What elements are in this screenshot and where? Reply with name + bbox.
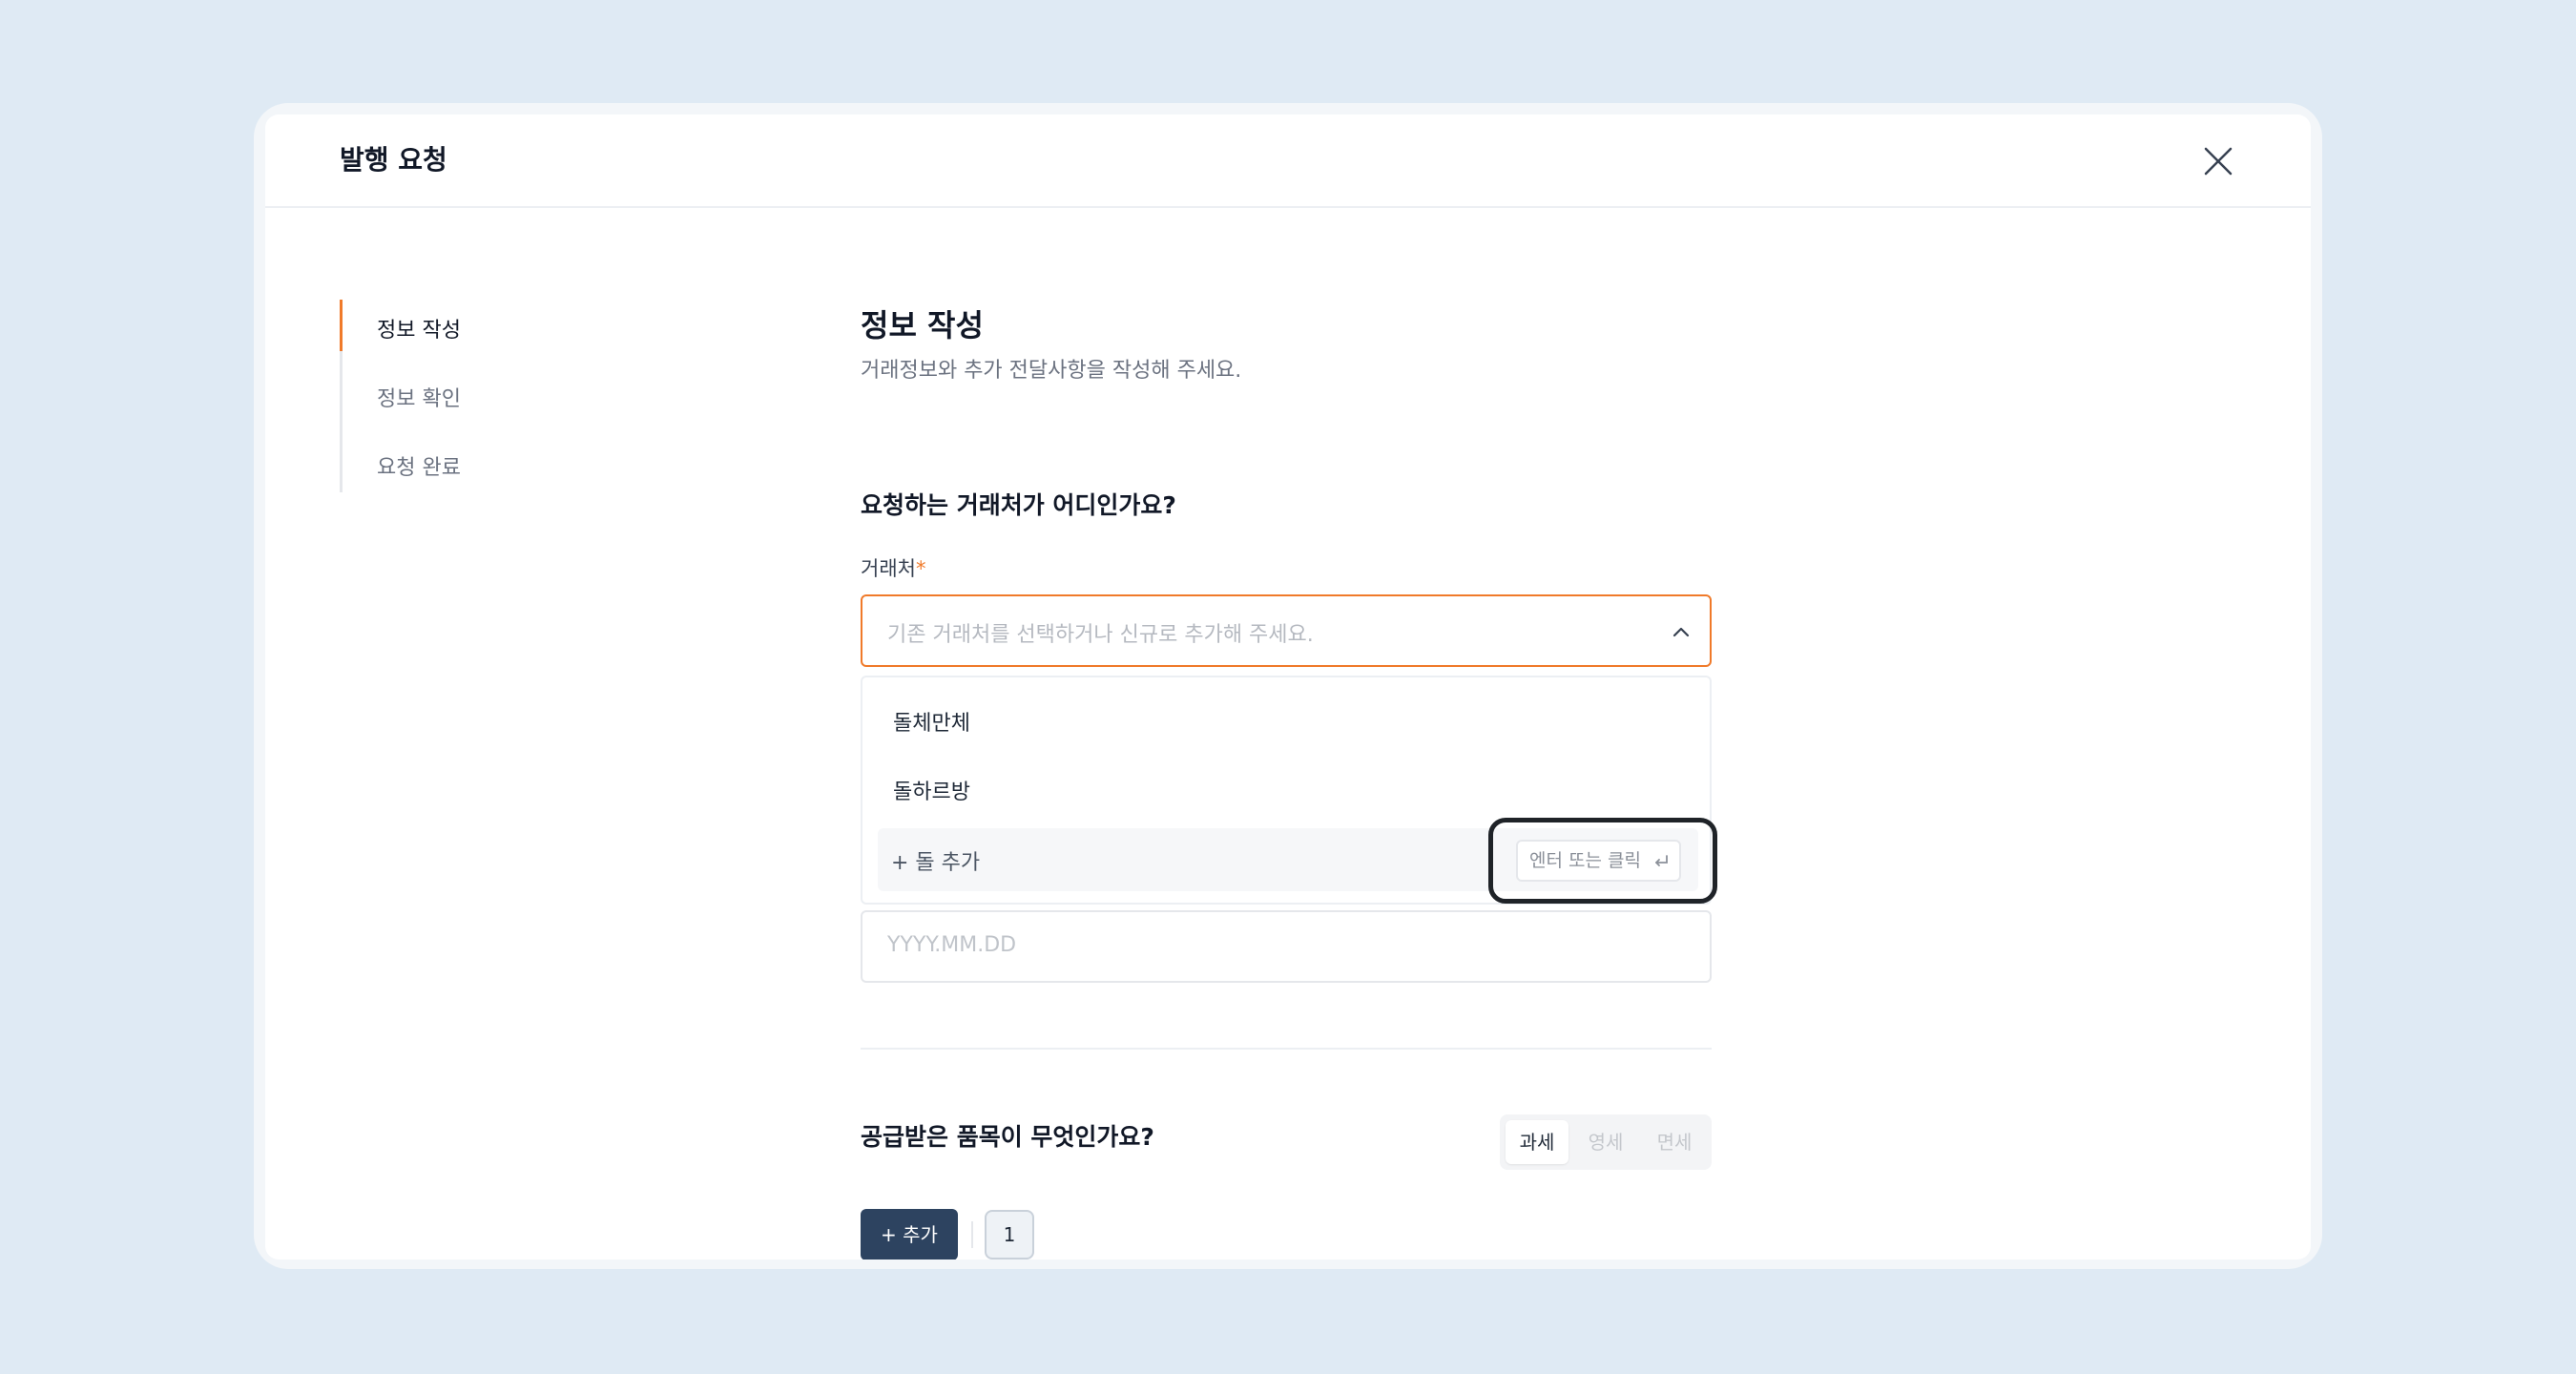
tax-type-exempt[interactable]: 면세 [1643, 1120, 1706, 1164]
partner-option-dolhareubang[interactable]: 돌하르방 [893, 775, 970, 805]
add-new-partner-label: + 돌 추가 [891, 851, 981, 875]
chevron-up-icon [1672, 627, 1690, 637]
tax-type-taxable[interactable]: 과세 [1506, 1120, 1568, 1164]
partner-select[interactable]: 기존 거래처를 선택하거나 신규로 추가해 주세요. [861, 594, 1712, 667]
tax-type-toggle: 과세 영세 면세 [1500, 1114, 1712, 1170]
section-title: 정보 작성 [861, 307, 984, 344]
partner-select-placeholder: 기존 거래처를 선택하거나 신규로 추가해 주세요. [887, 623, 1314, 647]
partner-dropdown: 돌체만체 돌하르방 + 돌 추가 엔터 또는 클릭 [861, 676, 1712, 905]
modal-title: 발행 요청 [340, 144, 447, 176]
date-placeholder: YYYY.MM.DD [887, 933, 1017, 957]
partner-option-dolcemanche[interactable]: 돌체만체 [893, 706, 970, 737]
enter-or-click-hint: 엔터 또는 클릭 [1516, 840, 1681, 882]
issue-request-modal: 발행 요청 정보 작성 정보 확인 요청 완료 정보 작성 거래정보와 추가 전… [265, 114, 2311, 1260]
date-input[interactable]: YYYY.MM.DD [861, 910, 1712, 983]
partner-label-text: 거래처 [861, 557, 916, 580]
section-divider [861, 1048, 1712, 1050]
add-item-button[interactable]: + 추가 [861, 1209, 958, 1260]
step-info-confirm[interactable]: 정보 확인 [377, 382, 461, 412]
step-request-complete[interactable]: 요청 완료 [377, 450, 461, 481]
close-icon [2204, 147, 2233, 176]
section-subtitle: 거래정보와 추가 전달사항을 작성해 주세요. [861, 359, 1242, 383]
partner-question: 요청하는 거래처가 어디인가요? [861, 491, 1176, 519]
close-button[interactable] [2196, 139, 2240, 183]
progress-stepper: 정보 작성 정보 확인 요청 완료 [340, 300, 629, 492]
partner-field-label: 거래처* [861, 553, 925, 582]
toolbar-separator [971, 1221, 973, 1248]
enter-key-icon [1655, 855, 1668, 866]
step-info-write[interactable]: 정보 작성 [377, 313, 461, 344]
item-page-chip[interactable]: 1 [985, 1210, 1034, 1260]
tax-type-zero-rated[interactable]: 영세 [1574, 1120, 1637, 1164]
enter-hint-text: 엔터 또는 클릭 [1529, 850, 1641, 871]
form-main: 정보 작성 거래정보와 추가 전달사항을 작성해 주세요. 요청하는 거래처가 … [861, 114, 1815, 1260]
item-question: 공급받은 품목이 무엇인가요? [861, 1123, 1154, 1151]
required-mark: * [915, 557, 926, 580]
active-step-indicator [340, 300, 343, 351]
add-new-partner-option[interactable]: + 돌 추가 엔터 또는 클릭 [878, 828, 1698, 891]
